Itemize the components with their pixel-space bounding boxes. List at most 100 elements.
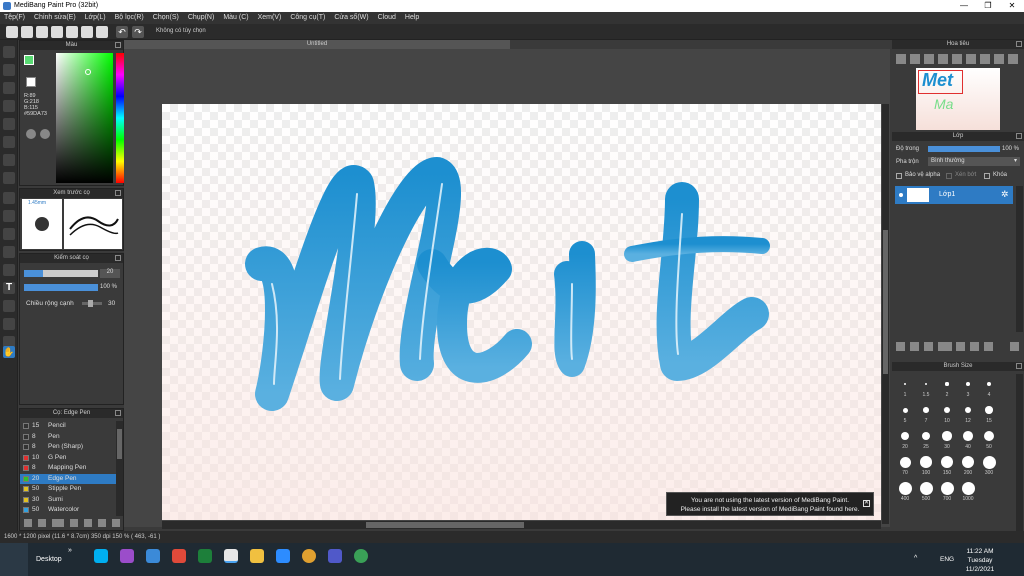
v-scroll-thumb[interactable] bbox=[883, 230, 888, 374]
brush-list-scrollbar[interactable] bbox=[116, 421, 123, 516]
panel-expand-icon[interactable] bbox=[115, 255, 121, 261]
check-tool-icon[interactable] bbox=[3, 100, 15, 112]
skype-icon[interactable] bbox=[94, 549, 108, 563]
brush-size-option[interactable] bbox=[940, 455, 954, 469]
cloud-icon[interactable] bbox=[6, 26, 18, 38]
menu-view[interactable]: Xem(V) bbox=[258, 12, 282, 24]
document-canvas[interactable]: Met bbox=[162, 104, 881, 520]
layer-scrollbar[interactable] bbox=[1016, 186, 1023, 332]
navigator-preview[interactable]: Met Ma bbox=[916, 68, 1000, 130]
brush-size-option[interactable] bbox=[964, 406, 972, 414]
select-pen-icon[interactable] bbox=[3, 246, 15, 258]
zoom-in-icon[interactable] bbox=[896, 54, 906, 64]
scroll-thumb[interactable] bbox=[117, 429, 122, 459]
desktop-chevron-icon[interactable]: » bbox=[68, 547, 72, 554]
select-eraser-icon[interactable] bbox=[3, 264, 15, 276]
layer-settings-icon[interactable]: ✲ bbox=[1001, 189, 1009, 200]
flip-icon[interactable] bbox=[994, 54, 1004, 64]
brush-item[interactable]: 50 Stipple Pen bbox=[20, 484, 116, 494]
medibang-task-icon[interactable] bbox=[224, 549, 238, 563]
panel-icon[interactable] bbox=[81, 26, 93, 38]
delete-brush-icon[interactable] bbox=[112, 519, 120, 527]
rotate-left-icon[interactable] bbox=[952, 54, 962, 64]
foreground-color-swatch[interactable] bbox=[24, 55, 34, 65]
brush-item[interactable]: 50 Watercolor bbox=[20, 505, 116, 515]
palette-icon[interactable] bbox=[40, 129, 50, 139]
brush-size-option[interactable] bbox=[921, 431, 931, 441]
delete-layer-icon[interactable] bbox=[1010, 342, 1019, 351]
chrome-icon[interactable] bbox=[302, 549, 316, 563]
brush-item[interactable]: 20 Edge Pen bbox=[20, 473, 116, 484]
copy-brush-icon[interactable] bbox=[70, 519, 78, 527]
color-wheel-icon[interactable] bbox=[26, 129, 36, 139]
app-icon-blue[interactable] bbox=[146, 549, 160, 563]
brush-size-option[interactable] bbox=[961, 481, 975, 495]
canvas-v-scrollbar[interactable] bbox=[882, 104, 889, 524]
brush-size-slider[interactable] bbox=[24, 270, 98, 277]
hand-tool-icon[interactable]: ✋ bbox=[3, 346, 15, 358]
panel-expand-icon[interactable] bbox=[1016, 133, 1022, 139]
layer-visibility-icon[interactable] bbox=[899, 193, 903, 197]
duplicate-layer-icon[interactable] bbox=[970, 342, 979, 351]
brush-opacity-slider[interactable] bbox=[24, 284, 98, 291]
lock-checkbox[interactable] bbox=[984, 173, 990, 179]
brush-size-option[interactable] bbox=[983, 430, 995, 442]
canvas-h-scrollbar[interactable] bbox=[162, 521, 881, 529]
brush-size-option[interactable] bbox=[961, 455, 975, 469]
brush-size-option[interactable] bbox=[943, 406, 951, 414]
brush-size-option[interactable] bbox=[942, 431, 952, 441]
brush-size-option[interactable] bbox=[924, 382, 928, 386]
brush-size-option[interactable] bbox=[919, 481, 933, 495]
operation-tool-icon[interactable] bbox=[3, 300, 15, 312]
start-button[interactable] bbox=[0, 543, 28, 576]
menu-filter[interactable]: Bộ lọc(R) bbox=[115, 12, 144, 24]
brush-size-option[interactable] bbox=[899, 456, 911, 468]
zoom-icon[interactable] bbox=[276, 549, 290, 563]
transparent-swatch[interactable] bbox=[26, 77, 36, 87]
brush-size-option[interactable] bbox=[966, 382, 970, 386]
new-halftone-layer-icon[interactable] bbox=[910, 342, 919, 351]
menu-edit[interactable]: Chỉnh sửa(E) bbox=[34, 12, 76, 24]
tray-chevron-icon[interactable]: ^ bbox=[914, 555, 917, 562]
desktop-label[interactable]: Desktop bbox=[36, 556, 62, 563]
panel-expand-icon[interactable] bbox=[115, 42, 121, 48]
chrome-alt-icon[interactable] bbox=[354, 549, 368, 563]
brush-size-option[interactable] bbox=[898, 481, 912, 495]
brush-item[interactable]: 10 G Pen bbox=[20, 453, 116, 463]
layer-folder-icon[interactable] bbox=[956, 342, 965, 351]
navigator-menu-icon[interactable] bbox=[1008, 54, 1018, 64]
move-tool-icon[interactable] bbox=[3, 118, 15, 130]
brush-size-option[interactable] bbox=[940, 481, 954, 495]
hue-slider[interactable] bbox=[116, 53, 124, 183]
brush-size-option[interactable] bbox=[945, 382, 949, 386]
rotate-right-icon[interactable] bbox=[966, 54, 976, 64]
menu-snap[interactable]: Chụp(N) bbox=[188, 12, 214, 24]
panel-expand-icon[interactable] bbox=[1016, 363, 1022, 369]
layer-opacity-slider[interactable] bbox=[928, 146, 1000, 152]
minimize-icon[interactable]: — bbox=[952, 0, 976, 12]
menu-select[interactable]: Chọn(S) bbox=[153, 12, 179, 24]
brush-menu-icon[interactable] bbox=[52, 519, 64, 527]
brush-size-option[interactable] bbox=[920, 456, 932, 468]
eraser-tool-icon[interactable] bbox=[3, 64, 15, 76]
text-tool-icon[interactable]: T bbox=[3, 282, 15, 294]
edge-width-handle[interactable] bbox=[88, 300, 93, 307]
panel-expand-icon[interactable] bbox=[115, 190, 121, 196]
add-brush-icon[interactable] bbox=[38, 519, 46, 527]
grid-icon[interactable] bbox=[66, 26, 78, 38]
menu-tools[interactable]: Công cụ(T) bbox=[290, 12, 325, 24]
close-icon[interactable]: ✕ bbox=[1000, 0, 1024, 12]
brush-item[interactable]: 8 Mapping Pen bbox=[20, 463, 116, 473]
excel-icon[interactable] bbox=[198, 549, 212, 563]
brush-size-option[interactable] bbox=[963, 431, 973, 441]
clipping-checkbox[interactable] bbox=[946, 173, 952, 179]
save-icon[interactable] bbox=[51, 26, 63, 38]
bucket-tool-icon[interactable] bbox=[3, 154, 15, 166]
import-brush-icon[interactable] bbox=[98, 519, 106, 527]
blend-mode-select[interactable]: Bình thường ▾ bbox=[928, 157, 1020, 166]
menu-cloud[interactable]: Cloud bbox=[378, 12, 396, 24]
panel-expand-icon[interactable] bbox=[1016, 41, 1022, 47]
gradient-tool-icon[interactable] bbox=[3, 172, 15, 184]
folder-icon[interactable] bbox=[84, 519, 92, 527]
brush-size-option[interactable] bbox=[901, 432, 909, 440]
